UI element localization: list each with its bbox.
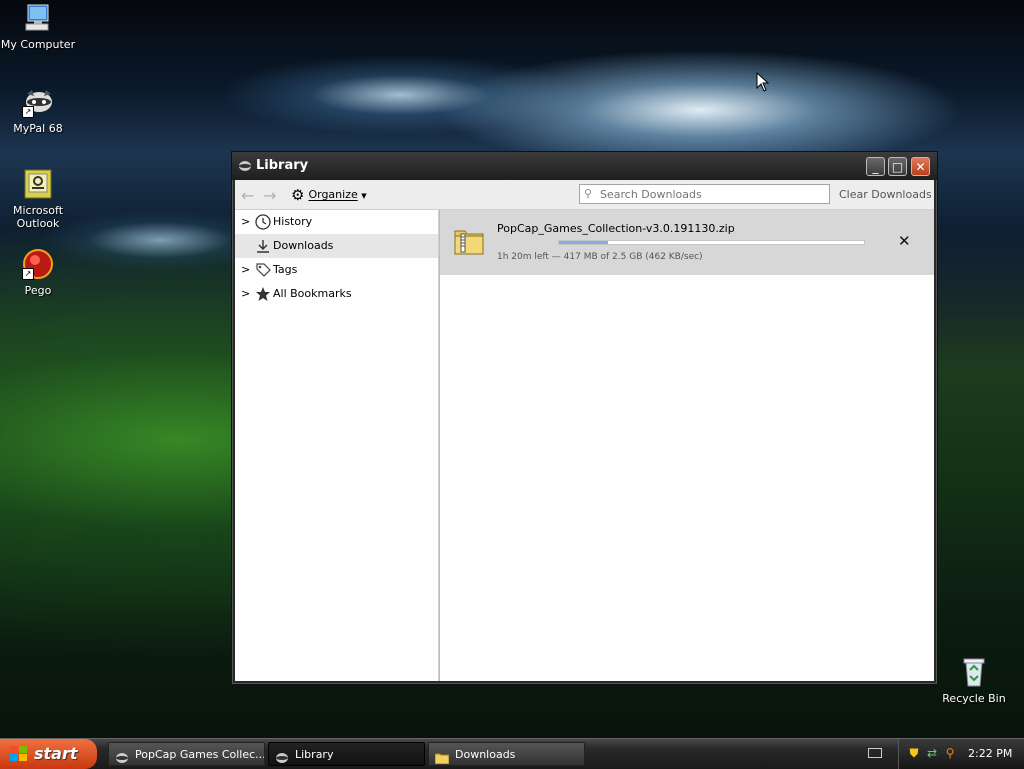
desktop-icon-label: MyPal 68 [13, 122, 63, 135]
expand-arrow-icon[interactable]: > [241, 210, 250, 234]
search-input[interactable] [600, 186, 825, 202]
desktop-icon-my-computer[interactable]: My Computer [0, 2, 76, 51]
mypal-raccoon-icon [238, 160, 252, 172]
maximize-button[interactable]: □ [888, 157, 907, 176]
desktop-icon-recycle-bin[interactable]: Recycle Bin [936, 656, 1012, 705]
desktop-icon-outlook[interactable]: Microsoft Outlook [0, 168, 76, 230]
search-downloads-field[interactable]: ⚲ [579, 184, 830, 204]
library-toolbar: ← → ⚙Organize ▼ ⚲ Clear Downloads [235, 180, 934, 210]
forward-button[interactable]: → [263, 186, 276, 205]
taskbar-button-library[interactable]: Library [268, 742, 425, 766]
clear-downloads-button[interactable]: Clear Downloads [839, 188, 932, 201]
desktop-icon-label: Recycle Bin [942, 692, 1006, 705]
start-label: start [34, 744, 78, 763]
download-progress-fill [559, 241, 608, 244]
sidebar-item-all-bookmarks[interactable]: > All Bookmarks [235, 282, 438, 306]
system-tray: ⛊ ⇄ ⚲ 2:22 PM [898, 739, 1024, 769]
sidebar-item-label: Downloads [273, 239, 334, 252]
clock[interactable]: 2:22 PM [968, 747, 1012, 760]
desktop-icon-mypal[interactable]: ↗ MyPal 68 [0, 86, 76, 135]
cancel-download-button[interactable]: ✕ [898, 232, 911, 250]
taskbar-button-downloads[interactable]: Downloads [428, 742, 585, 766]
window-title: Library [256, 158, 309, 173]
download-item[interactable]: PopCap_Games_Collection-v3.0.191130.zip … [440, 210, 934, 275]
desktop-icon-label: Microsoft Outlook [12, 204, 64, 230]
keyboard-icon[interactable] [868, 748, 882, 758]
mypal-raccoon-icon: ↗ [22, 86, 54, 118]
start-button[interactable]: start [0, 739, 97, 769]
organize-button[interactable]: ⚙ Organize ▼ [291, 186, 367, 204]
search-icon[interactable]: ⚲ [943, 746, 957, 760]
computer-icon [22, 2, 54, 34]
sidebar-item-label: All Bookmarks [273, 287, 352, 300]
recycle-bin-icon [958, 656, 990, 688]
taskbar: start PopCap Games Collec... Library Dow… [0, 738, 1024, 769]
desktop-icon-pego[interactable]: ↗ Pego [0, 248, 76, 297]
desktop-icon-label: My Computer [0, 38, 76, 51]
taskbar-button-label: Downloads [455, 748, 516, 761]
sidebar-item-tags[interactable]: > Tags [235, 258, 438, 282]
close-button[interactable]: ✕ [911, 157, 930, 176]
download-status: 1h 20m left — 417 MB of 2.5 GB (462 KB/s… [497, 252, 703, 262]
mypal-raccoon-icon [115, 749, 129, 763]
network-icon[interactable]: ⇄ [925, 746, 939, 760]
organize-label: Organize [308, 188, 358, 201]
taskbar-button-label: PopCap Games Collec... [135, 748, 265, 761]
minimize-button[interactable]: _ [866, 157, 885, 176]
expand-arrow-icon[interactable]: > [241, 282, 250, 306]
gear-icon: ⚙ [291, 186, 305, 204]
star-icon [255, 286, 271, 302]
clock-icon [255, 214, 271, 230]
library-window: Library _ □ ✕ ← → ⚙Organize ▼ ⚲ Clear Do… [231, 151, 938, 685]
download-filename: PopCap_Games_Collection-v3.0.191130.zip [497, 222, 735, 235]
shortcut-arrow-icon: ↗ [22, 106, 34, 118]
search-icon: ⚲ [584, 187, 593, 200]
outlook-icon [22, 168, 54, 200]
window-titlebar[interactable]: Library _ □ ✕ [232, 152, 937, 180]
sidebar-item-downloads[interactable]: Downloads [235, 234, 438, 258]
windows-flag-icon [10, 746, 28, 762]
expand-arrow-icon[interactable]: > [241, 258, 250, 282]
sidebar-item-label: Tags [273, 263, 298, 276]
folder-icon [434, 749, 450, 765]
pego-icon: ↗ [22, 248, 54, 280]
download-arrow-icon [255, 238, 271, 254]
downloads-list: PopCap_Games_Collection-v3.0.191130.zip … [440, 210, 934, 681]
library-sidebar: > History Downloads > Tags > All Bookmar… [235, 210, 439, 681]
taskbar-button-label: Library [295, 748, 334, 761]
back-button[interactable]: ← [241, 186, 254, 205]
sidebar-item-history[interactable]: > History [235, 210, 438, 234]
mypal-raccoon-icon [275, 749, 289, 763]
sidebar-item-label: History [273, 215, 313, 228]
desktop-icon-label: Pego [24, 284, 52, 297]
shortcut-arrow-icon: ↗ [22, 268, 34, 280]
security-shield-icon[interactable]: ⛊ [907, 746, 921, 760]
tag-icon [255, 262, 271, 278]
zip-archive-icon [454, 226, 484, 256]
dropdown-caret-icon: ▼ [361, 192, 367, 200]
taskbar-button-popcap[interactable]: PopCap Games Collec... [108, 742, 265, 766]
download-progress-bar [558, 240, 865, 245]
